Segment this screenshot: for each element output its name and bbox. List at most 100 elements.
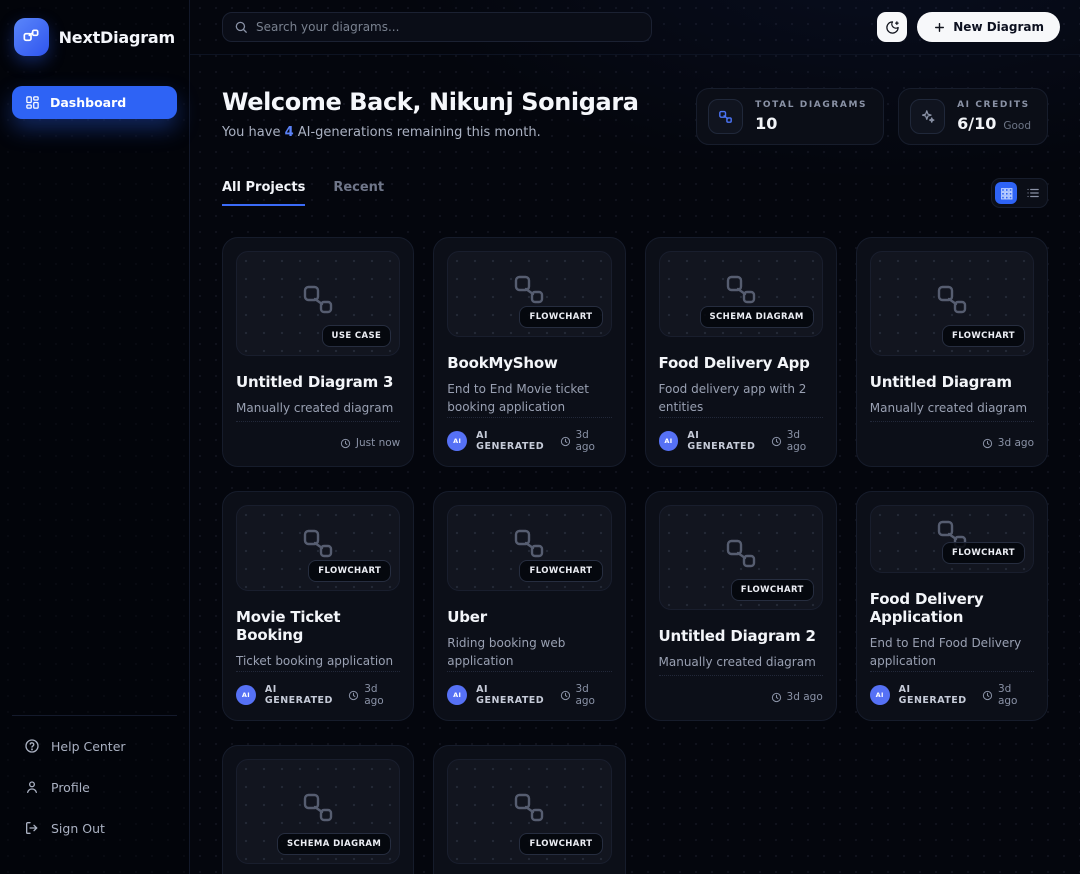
- diagram-type-badge: SCHEMA DIAGRAM: [700, 306, 814, 328]
- diagram-description: Manually created diagram: [659, 653, 823, 672]
- ai-generated-label: AI GENERATED: [265, 684, 348, 706]
- diagram-card[interactable]: FLOWCHART Untitled Diagram 1: [433, 745, 625, 874]
- diagram-type-badge: FLOWCHART: [942, 542, 1025, 564]
- diagram-card[interactable]: USE CASE Untitled Diagram 3 Manually cre…: [222, 237, 414, 467]
- new-diagram-button[interactable]: New Diagram: [917, 12, 1060, 42]
- diagram-type-badge: USE CASE: [322, 325, 392, 347]
- grid-view-button[interactable]: [995, 182, 1017, 204]
- timestamp: Just now: [340, 437, 400, 449]
- card-footer: AI AI GENERATED 3d ago: [659, 429, 823, 453]
- app-title: NextDiagram: [59, 28, 175, 47]
- timestamp: 3d ago: [982, 683, 1034, 707]
- stat-ai-credits: AI CREDITS 6/10 Good: [898, 88, 1048, 145]
- search-input[interactable]: [256, 20, 640, 34]
- main-area: New Diagram Welcome Back, Nikunj Sonigar…: [190, 0, 1080, 874]
- list-view-button[interactable]: [1022, 182, 1044, 204]
- sidebar-item-label: Help Center: [51, 739, 126, 754]
- grid-icon: [1000, 187, 1013, 200]
- diagram-type-badge: FLOWCHART: [731, 579, 814, 601]
- diagram-type-badge: FLOWCHART: [308, 560, 391, 582]
- clock-icon: [771, 692, 782, 703]
- card-divider: [659, 417, 823, 418]
- stat-note: Good: [1003, 120, 1031, 132]
- clock-icon: [348, 690, 359, 701]
- diagram-description: Food delivery app with 2 entities: [659, 380, 823, 417]
- timestamp-label: 3d ago: [998, 437, 1034, 449]
- timestamp-label: 3d ago: [364, 683, 400, 707]
- stat-label: TOTAL DIAGRAMS: [755, 100, 867, 110]
- search-icon: [234, 20, 248, 34]
- diagram-card[interactable]: FLOWCHART Uber Riding booking web applic…: [433, 491, 625, 721]
- card-footer: AI AI GENERATED 3d ago: [447, 683, 611, 707]
- diagram-description: Riding booking web application: [447, 634, 611, 671]
- sidebar-divider: [12, 715, 177, 716]
- sidebar-item-dashboard[interactable]: Dashboard: [12, 86, 177, 119]
- diagram-title: Untitled Diagram 2: [659, 627, 823, 645]
- card-footer: AI AI GENERATED 3d ago: [870, 683, 1034, 707]
- diagram-card[interactable]: SCHEMA DIAGRAM Food Delivery App Food de…: [645, 237, 837, 467]
- view-toggle: [991, 178, 1048, 208]
- diagram-preview: FLOWCHART: [659, 505, 823, 610]
- timestamp: 3d ago: [560, 429, 612, 453]
- card-divider: [236, 671, 400, 672]
- timestamp-label: 3d ago: [575, 429, 611, 453]
- logo-row: NextDiagram: [0, 0, 189, 76]
- ai-generated-chip: AI AI GENERATED: [447, 430, 559, 452]
- app-logo-icon: [14, 18, 49, 56]
- diagram-preview: SCHEMA DIAGRAM: [236, 759, 400, 864]
- diagram-card[interactable]: FLOWCHART Movie Ticket Booking Ticket bo…: [222, 491, 414, 721]
- tab-all-projects[interactable]: All Projects: [222, 180, 305, 206]
- content: Welcome Back, Nikunj Sonigara You have 4…: [190, 55, 1080, 874]
- clock-icon: [982, 438, 993, 449]
- clock-icon: [771, 436, 782, 447]
- project-tabs: All Projects Recent: [222, 180, 384, 206]
- diagram-glyph-icon: [297, 790, 339, 830]
- ai-generated-label: AI GENERATED: [687, 430, 770, 452]
- tab-recent[interactable]: Recent: [333, 180, 384, 206]
- clock-icon: [560, 690, 571, 701]
- clock-icon: [560, 436, 571, 447]
- diagram-preview: FLOWCHART: [236, 505, 400, 591]
- timestamp: 3d ago: [348, 683, 400, 707]
- diagram-card[interactable]: FLOWCHART Food Delivery Application End …: [856, 491, 1048, 721]
- diagram-type-badge: FLOWCHART: [942, 325, 1025, 347]
- theme-toggle-button[interactable]: [877, 12, 907, 42]
- card-divider: [447, 417, 611, 418]
- ai-generated-label: AI GENERATED: [476, 684, 559, 706]
- diagram-card[interactable]: SCHEMA DIAGRAM Food Ordering System: [222, 745, 414, 874]
- clock-icon: [340, 438, 351, 449]
- diagram-card[interactable]: FLOWCHART Untitled Diagram Manually crea…: [856, 237, 1048, 467]
- plus-icon: [933, 21, 946, 34]
- diagram-type-badge: FLOWCHART: [519, 306, 602, 328]
- search-bar[interactable]: [222, 12, 652, 42]
- stat-value: 10: [755, 114, 777, 133]
- timestamp-label: Just now: [356, 437, 400, 449]
- diagram-description: Manually created diagram: [870, 399, 1034, 418]
- sign-out-icon: [24, 820, 40, 836]
- diagram-glyph-icon: [508, 790, 550, 830]
- help-circle-icon: [24, 738, 40, 754]
- card-divider: [659, 675, 823, 676]
- diagram-description: Manually created diagram: [236, 399, 400, 418]
- sidebar-item-sign-out[interactable]: Sign Out: [14, 812, 175, 844]
- diagram-glyph-icon: [931, 282, 973, 322]
- card-divider: [870, 421, 1034, 422]
- diagram-description: End to End Movie ticket booking applicat…: [447, 380, 611, 417]
- sidebar-item-profile[interactable]: Profile: [14, 771, 175, 803]
- diagram-preview: SCHEMA DIAGRAM: [659, 251, 823, 337]
- ai-generated-chip: AI AI GENERATED: [236, 684, 348, 706]
- subtitle-count: 4: [285, 125, 294, 140]
- diagram-title: Untitled Diagram 3: [236, 373, 400, 391]
- timestamp-label: 3d ago: [787, 429, 823, 453]
- ai-generated-chip: AI AI GENERATED: [659, 430, 771, 452]
- ai-generated-label: AI GENERATED: [899, 684, 982, 706]
- diagram-preview: FLOWCHART: [870, 251, 1034, 356]
- diagram-title: Uber: [447, 608, 611, 626]
- sidebar-footer: Help Center Profile Sign Out: [0, 726, 189, 874]
- diagram-card[interactable]: FLOWCHART Untitled Diagram 2 Manually cr…: [645, 491, 837, 721]
- stat-total-diagrams: TOTAL DIAGRAMS 10: [696, 88, 884, 145]
- stats-row: TOTAL DIAGRAMS 10 AI CREDITS: [696, 88, 1048, 145]
- sidebar-item-help-center[interactable]: Help Center: [14, 730, 175, 762]
- diagram-card[interactable]: FLOWCHART BookMyShow End to End Movie ti…: [433, 237, 625, 467]
- ai-badge-icon: AI: [447, 431, 467, 451]
